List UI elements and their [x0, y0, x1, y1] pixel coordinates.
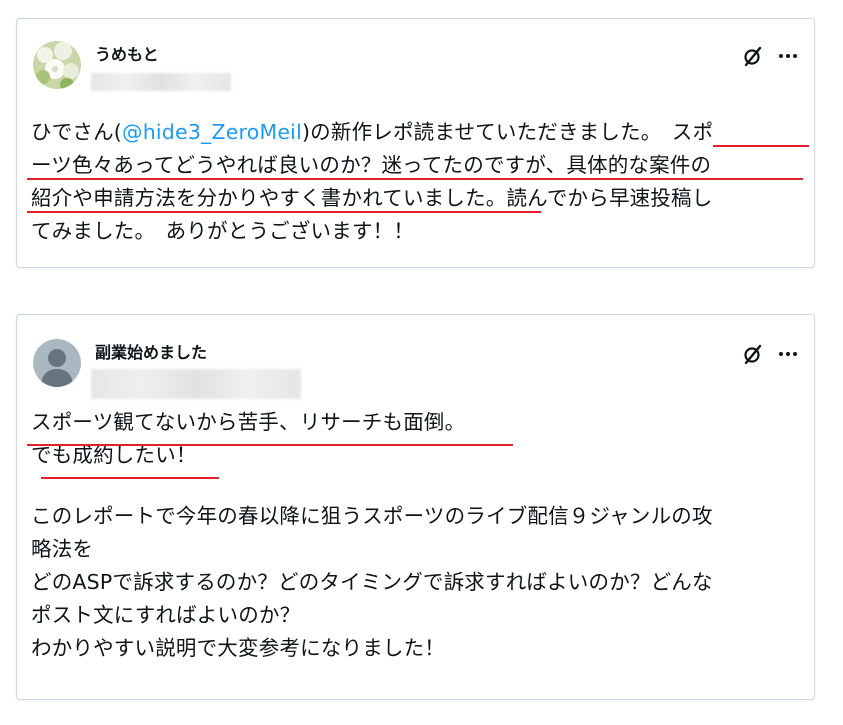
mention-link[interactable]: @hide3_ZeroMeil: [122, 120, 302, 144]
post-card-1: うめもと ひでさん(@hide3_ZeroMeil)の新作レポ読ませていただきま…: [16, 18, 815, 268]
more-horizontal-icon[interactable]: [776, 45, 800, 67]
post-text-line: ひでさん(@hide3_ZeroMeil)の新作レポ読ませていただきました。 ス…: [31, 120, 714, 144]
post-text-line: 略法を: [31, 537, 94, 561]
emphasis-underline: [27, 211, 541, 213]
post-text-line: ポスト文にすればよいのか？: [31, 603, 301, 627]
post-text-line: このレポートで今年の春以降に狙うスポーツのライブ配信９ジャンルの攻: [31, 504, 713, 528]
post-text-line: スポーツ観てないから苦手、リサーチも面倒。: [31, 410, 466, 434]
emphasis-underline: [41, 477, 219, 479]
slashed-circle-icon[interactable]: [742, 45, 764, 67]
user-avatar[interactable]: [33, 41, 81, 89]
post-card-2: 副業始めました スポーツ観てないから苦手、リサーチも面倒。 でも成約したい！ こ…: [16, 314, 815, 700]
blurred-handle: [91, 369, 301, 399]
username[interactable]: うめもと: [95, 45, 159, 65]
slashed-circle-icon[interactable]: [742, 343, 764, 365]
username[interactable]: 副業始めました: [95, 343, 207, 363]
emphasis-underline: [713, 145, 809, 147]
emphasis-underline: [27, 444, 513, 446]
post-text-line: てみました。 ありがとうございます！！: [31, 219, 415, 243]
blurred-handle: [91, 73, 231, 91]
post-body: ひでさん(@hide3_ZeroMeil)の新作レポ読ませていただきました。 ス…: [31, 116, 802, 248]
more-horizontal-icon[interactable]: [776, 343, 800, 365]
emphasis-underline: [27, 178, 803, 180]
post-text-line: わかりやすい説明で大変参考になりました！: [31, 636, 445, 660]
default-person-icon[interactable]: [33, 339, 81, 387]
post-text-line: どのASPで訴求するのか？どのタイミングで訴求すればよいのか？どんな: [31, 570, 713, 594]
